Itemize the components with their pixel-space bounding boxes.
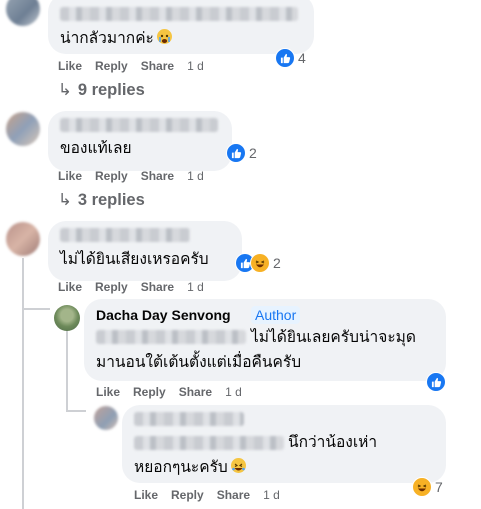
reaction-count[interactable]: 2 [226, 142, 257, 164]
reaction-count-number: 2 [273, 255, 281, 271]
commenter-name-blurred[interactable] [60, 228, 190, 242]
thread-line [22, 258, 24, 509]
comment-actions: Like Reply Share 1 d [58, 280, 217, 294]
like-reaction-icon [226, 143, 246, 163]
comment-text: น่ากลัวมากค่ะ [60, 27, 172, 50]
reaction-count-number: 4 [298, 50, 306, 66]
reaction-count[interactable]: 4 [275, 47, 306, 69]
timestamp[interactable]: 1 d [225, 385, 242, 399]
timestamp[interactable]: 1 d [187, 59, 204, 73]
haha-reaction-icon [250, 253, 270, 273]
share-button[interactable]: Share [141, 169, 174, 183]
reply-button[interactable]: Reply [171, 488, 204, 502]
nested-reply-actions: Like Reply Share 1 d [134, 488, 293, 502]
reply-arrow-icon: ↳ [58, 81, 72, 99]
reaction-count[interactable] [426, 371, 446, 393]
comment-text: ของแท้เลย [60, 137, 132, 160]
reaction-count[interactable]: 7 [412, 476, 443, 498]
replier-name-blurred[interactable] [134, 412, 244, 426]
like-button[interactable]: Like [58, 59, 82, 73]
timestamp[interactable]: 1 d [263, 488, 280, 502]
reply-button[interactable]: Reply [95, 59, 128, 73]
like-reaction-icon [275, 48, 295, 68]
reaction-count[interactable]: 2 [235, 252, 281, 274]
view-replies-link[interactable]: ↳ 9 replies [58, 80, 145, 100]
commenter-name-blurred[interactable] [60, 118, 218, 132]
author-badge: Author [251, 306, 301, 324]
reply-arrow-icon: ↳ [58, 191, 72, 209]
comment-actions: Like Reply Share 1 d [58, 59, 217, 73]
view-replies-label: 9 replies [77, 81, 145, 99]
thread-line [66, 330, 68, 410]
author-reply-line1: ไม่ได้ยินเลยครับน่าจะมุด [251, 329, 416, 346]
crying-face-emoji-icon [156, 29, 172, 44]
comment-text-content: ไม่ได้ยินเสียงเหรอครับ [60, 251, 209, 268]
reply-button[interactable]: Reply [95, 169, 128, 183]
share-button[interactable]: Share [141, 280, 174, 294]
author-name[interactable]: Dacha Day Senvong [96, 307, 231, 323]
author-avatar[interactable] [54, 305, 80, 331]
comment-actions: Like Reply Share 1 d [58, 169, 217, 183]
mentioned-name-blurred[interactable] [134, 436, 284, 450]
like-button[interactable]: Like [134, 488, 158, 502]
like-button[interactable]: Like [58, 280, 82, 294]
share-button[interactable]: Share [217, 488, 250, 502]
nested-reply-line1: นึกว่าน้องเห่า [288, 434, 378, 451]
share-button[interactable]: Share [141, 59, 174, 73]
comment-text-content: น่ากลัวมากค่ะ [60, 30, 154, 47]
commenter-avatar[interactable] [6, 0, 40, 26]
replier-avatar[interactable] [94, 406, 118, 430]
share-button[interactable]: Share [179, 385, 212, 399]
author-reply-line2: มานอนใต้เต้นตั้งแต่เมื่อคืนครับ [96, 354, 302, 371]
view-replies-label: 3 replies [77, 191, 145, 209]
comment-text-content: ของแท้เลย [60, 140, 132, 157]
reaction-count-number: 2 [249, 145, 257, 161]
nested-reply-line2: หยอกๆนะครับ [134, 456, 246, 479]
commenter-avatar[interactable] [6, 112, 40, 146]
timestamp[interactable]: 1 d [187, 280, 204, 294]
mentioned-name-blurred[interactable] [96, 330, 246, 344]
like-button[interactable]: Like [96, 385, 120, 399]
rofl-emoji-icon [230, 458, 246, 473]
commenter-name-blurred[interactable] [60, 7, 298, 21]
like-reaction-icon [426, 372, 446, 392]
reply-button[interactable]: Reply [95, 280, 128, 294]
thread-line [66, 410, 86, 412]
view-replies-link[interactable]: ↳ 3 replies [58, 190, 145, 210]
author-reply-actions: Like Reply Share 1 d [96, 385, 255, 399]
timestamp[interactable]: 1 d [187, 169, 204, 183]
thread-line [22, 308, 50, 310]
commenter-avatar[interactable] [6, 222, 40, 256]
nested-reply-line2-text: หยอกๆนะครับ [134, 459, 228, 476]
reaction-count-number: 7 [435, 479, 443, 495]
comment-text: ไม่ได้ยินเสียงเหรอครับ [60, 248, 209, 271]
like-button[interactable]: Like [58, 169, 82, 183]
reply-button[interactable]: Reply [133, 385, 166, 399]
haha-reaction-icon [412, 477, 432, 497]
